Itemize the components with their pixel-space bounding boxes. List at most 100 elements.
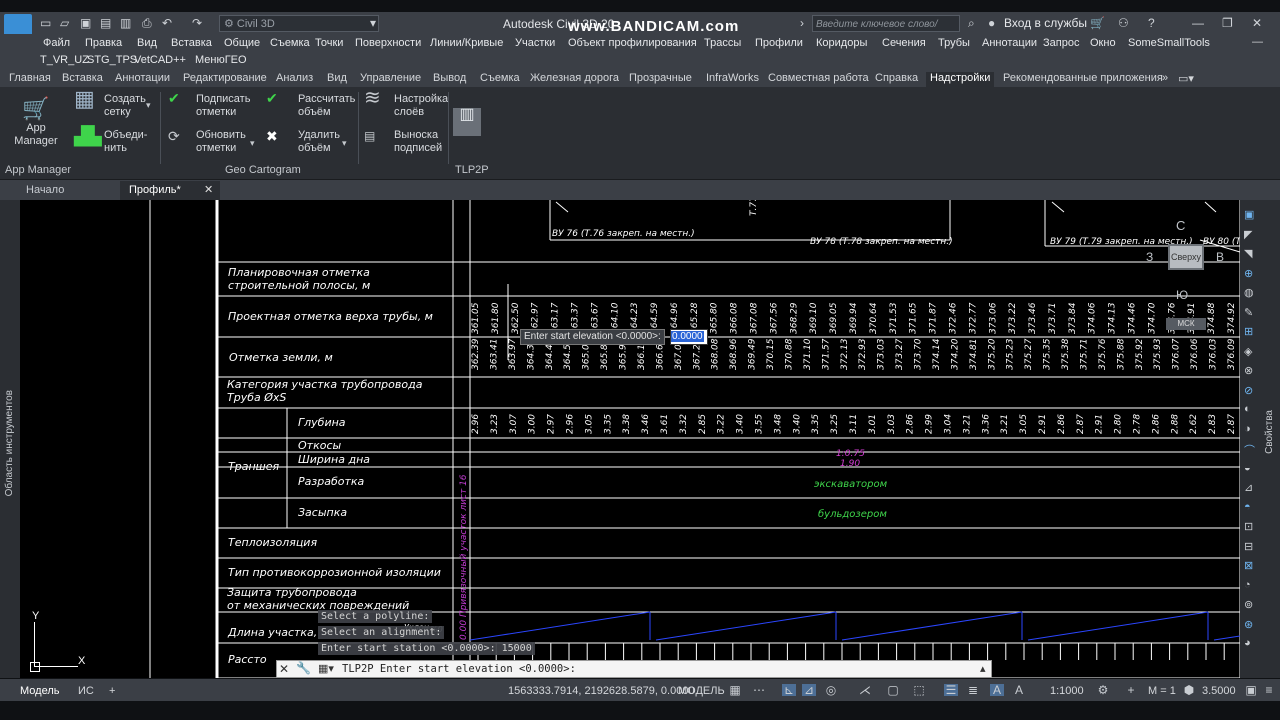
tab-model[interactable]: Модель [20, 685, 59, 697]
tool-icon[interactable]: ◤ [1244, 228, 1252, 241]
menu-item[interactable]: Съемка [270, 37, 310, 49]
redo-icon[interactable]: ↷ [192, 16, 202, 30]
menu-item[interactable]: МенюГЕО [195, 54, 247, 66]
tool-icon[interactable]: ◥ [1244, 247, 1252, 260]
ribbon-tab[interactable]: Справка [875, 72, 918, 84]
tool-icon[interactable]: ⊟ [1244, 540, 1253, 553]
undo-icon[interactable]: ↶ [162, 16, 172, 30]
menu-item[interactable]: Окно [1090, 37, 1116, 49]
open-file-icon[interactable]: ▱ [60, 16, 69, 30]
model-scale[interactable]: М = 1 [1148, 685, 1176, 697]
minimize-doc-icon[interactable]: — [1252, 36, 1263, 48]
viewcube-west[interactable]: З [1146, 250, 1153, 264]
tool-icon[interactable]: ⊗ [1244, 364, 1253, 377]
ribbon-tab[interactable]: Вывод [433, 72, 466, 84]
dynamic-input-field[interactable]: 0.0000 [670, 329, 708, 345]
lineweight-icon[interactable]: ☰ [944, 684, 958, 696]
menu-item[interactable]: Профили [755, 37, 803, 49]
menu-item[interactable]: Правка [85, 37, 122, 49]
command-icon[interactable]: ▦▾ [318, 662, 334, 675]
viewcube-top[interactable]: Сверху [1168, 244, 1204, 270]
tab-layout[interactable]: ИС [78, 685, 94, 697]
restore-icon[interactable]: ❐ [1222, 16, 1233, 30]
tool-icon[interactable]: ◐ [1244, 403, 1251, 415]
grid-icon[interactable]: ▦ [728, 684, 742, 696]
web-mobile-icon[interactable]: ▥ [120, 16, 131, 30]
tool-icon[interactable]: ⊚ [1244, 598, 1253, 611]
osnap-track-icon[interactable]: ⋌ [858, 684, 872, 696]
save-icon[interactable]: ▣ [80, 16, 91, 30]
user-group-icon[interactable]: ⚇ [1118, 16, 1129, 30]
ribbon-tab[interactable]: Железная дорога [530, 72, 619, 84]
ribbon-tab[interactable]: Главная [9, 72, 51, 84]
app-manager-button[interactable]: 🛒 App Manager [4, 96, 68, 148]
tool-icon[interactable]: ⊛ [1244, 618, 1253, 631]
tool-icon[interactable]: ✎ [1244, 306, 1253, 319]
tlp2p-button[interactable]: ▥ [453, 107, 481, 136]
chevron-down-icon[interactable]: ▾ [370, 16, 376, 30]
search-input[interactable]: Введите ключевое слово/фразу [812, 15, 960, 47]
workspace-select[interactable]: ⚙ Civil 3D [219, 15, 379, 32]
wrench-icon[interactable]: 🔧 [296, 661, 311, 675]
close-icon[interactable]: ✕ [1252, 16, 1262, 30]
select-icon[interactable]: ⬚ [912, 684, 926, 696]
save-as-icon[interactable]: ▤ [100, 16, 111, 30]
menu-item[interactable]: Трассы [704, 37, 741, 49]
tool-icon[interactable]: ◍ [1244, 286, 1254, 299]
tool-icon[interactable]: ◈ [1244, 345, 1252, 358]
osnap-icon[interactable]: ▢ [886, 684, 900, 696]
chevron-up-icon[interactable]: ▴ [980, 662, 986, 675]
menu-item[interactable]: VetCAD++ [134, 54, 186, 66]
menu-item[interactable]: Аннотации [982, 37, 1037, 49]
annotation-scale[interactable]: 1:1000 [1050, 685, 1084, 697]
model-space-button[interactable]: МОДЕЛЬ [678, 685, 725, 697]
viewcube-east[interactable]: В [1216, 250, 1224, 264]
tab-start[interactable]: Начало [26, 184, 64, 196]
menu-item[interactable]: Объект профилирования [568, 37, 697, 49]
wcs-menu[interactable]: МСК [1166, 318, 1206, 330]
ortho-icon[interactable]: ⊾ [782, 684, 796, 696]
menu-icon[interactable]: ≡ [1262, 684, 1276, 696]
menu-item[interactable]: Линии/Кривые [430, 37, 503, 49]
menu-item[interactable]: Вставка [171, 37, 212, 49]
tool-icon[interactable]: ⌒ [1244, 442, 1255, 458]
menu-item[interactable]: Точки [315, 37, 343, 49]
annotation-icon[interactable]: A [990, 684, 1004, 696]
ribbon-tab[interactable]: Прозрачные [629, 72, 692, 84]
ribbon-tab[interactable]: Управление [360, 72, 421, 84]
close-tab-icon[interactable]: ✕ [204, 183, 213, 196]
menu-item[interactable]: STG_TPS [87, 54, 137, 66]
annotation-visibility-icon[interactable]: A [1012, 684, 1026, 696]
chevron-down-icon[interactable]: ▾ [250, 138, 255, 149]
menu-item[interactable]: Трубы [938, 37, 970, 49]
add-layout-icon[interactable]: + [109, 685, 115, 697]
iso-icon[interactable]: ◎ [824, 684, 838, 696]
menu-item[interactable]: Коридоры [816, 37, 867, 49]
more-tabs-icon[interactable]: » [1162, 72, 1168, 84]
menu-item[interactable]: Файл [43, 37, 70, 49]
menu-item[interactable]: Поверхности [355, 37, 421, 49]
print-icon[interactable]: ⎙ [142, 16, 152, 31]
search-icon[interactable]: ⌕ [968, 16, 975, 31]
chevron-right-icon[interactable]: › [800, 16, 804, 30]
ribbon-tab[interactable]: Надстройки [926, 72, 995, 88]
sign-in-button[interactable]: Вход в службы [1004, 16, 1087, 30]
ribbon-tab[interactable]: Съемка [480, 72, 520, 84]
map-icon[interactable]: ▣ [1244, 684, 1258, 696]
menu-item[interactable]: Сечения [882, 37, 926, 49]
tool-icon[interactable]: ⊡ [1244, 520, 1253, 533]
tool-icon[interactable]: ◔ [1244, 579, 1251, 591]
elevation-value[interactable]: 3.5000 [1202, 685, 1236, 697]
ribbon-tab[interactable]: Совместная работа [768, 72, 869, 84]
new-file-icon[interactable]: ▭ [40, 16, 51, 30]
close-icon[interactable]: ✕ [279, 662, 289, 676]
tool-icon[interactable]: ◑ [1244, 423, 1251, 435]
ribbon-tab[interactable]: Вид [327, 72, 347, 84]
menu-item[interactable]: Запрос [1043, 37, 1079, 49]
polar-icon[interactable]: ⊿ [802, 684, 816, 696]
ribbon-tab[interactable]: Редактирование [183, 72, 267, 84]
cart-icon[interactable]: 🛒 [1090, 16, 1105, 30]
ribbon-tab[interactable]: Анализ [276, 72, 313, 84]
minimize-icon[interactable]: — [1192, 16, 1204, 30]
cube-icon[interactable]: ⬢ [1182, 684, 1196, 696]
